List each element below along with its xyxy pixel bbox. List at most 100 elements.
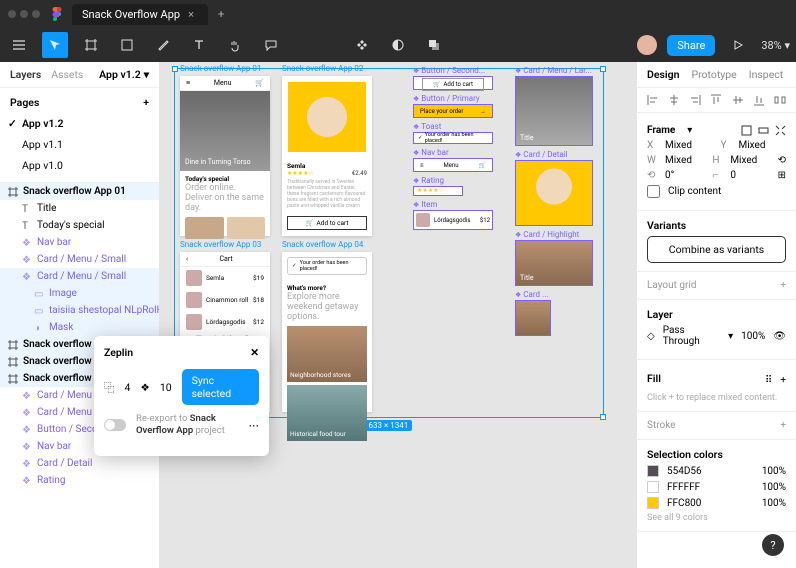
document-tab[interactable]: Snack Overflow App × <box>72 4 208 25</box>
assets-tab[interactable]: Assets <box>51 68 83 81</box>
style-icon[interactable]: ⠿ <box>765 375 772 386</box>
component-card-detail[interactable] <box>515 160 593 226</box>
component-button-primary[interactable]: Place your order→ <box>413 104 493 118</box>
selection-color-row[interactable]: 554D56100% <box>647 465 786 477</box>
independent-corners-icon[interactable]: ⊞ <box>778 170 786 181</box>
min-dot[interactable] <box>20 10 28 18</box>
component-label: Card ... <box>515 290 548 299</box>
layer-row[interactable]: ❖Card / Menu / Small <box>0 268 159 285</box>
clip-checkbox[interactable] <box>647 185 660 198</box>
boolean-tool[interactable] <box>421 32 447 58</box>
align-controls[interactable] <box>637 88 796 113</box>
h-input[interactable]: Mixed <box>730 155 769 166</box>
see-all-colors[interactable]: See all 9 colors <box>647 513 786 523</box>
resize-frame-icon[interactable] <box>741 125 752 136</box>
canvas[interactable]: 1633 × 1341 Snack overflow App 01 ≡Menu🛒… <box>160 62 636 568</box>
text-tool[interactable] <box>186 32 212 58</box>
component-card-highlight[interactable]: Title <box>515 240 593 286</box>
zoom-level[interactable]: 38% ▾ <box>761 39 790 52</box>
add-page-button[interactable]: + <box>143 96 149 109</box>
frame-section-title: Frame <box>647 125 675 136</box>
tab-title-text: Snack Overflow App <box>82 8 180 21</box>
design-tab[interactable]: Design <box>647 68 679 81</box>
add-stroke-button[interactable]: + <box>780 420 786 431</box>
distribute-icon[interactable] <box>774 94 786 106</box>
align-left-icon[interactable] <box>647 94 659 106</box>
move-tool[interactable] <box>42 32 68 58</box>
more-options-button[interactable]: ⋯ <box>249 419 260 432</box>
w-input[interactable]: Mixed <box>665 155 704 166</box>
y-input[interactable]: Mixed <box>739 140 787 151</box>
layer-row[interactable]: TTitle <box>0 200 159 217</box>
opacity-input[interactable]: 100% <box>741 331 765 342</box>
radius-input[interactable]: 0 <box>730 170 769 181</box>
component-card-small[interactable] <box>515 300 551 336</box>
artboard-01[interactable]: Snack overflow App 01 ≡Menu🛒 Dine in Tur… <box>180 76 270 236</box>
artboard-02[interactable]: Snack overflow App 02 Semla ★★★★☆€2.49 T… <box>282 76 372 236</box>
page-item[interactable]: ✓App v1.2 <box>0 113 159 134</box>
chevron-down-icon[interactable]: ▾ <box>687 125 692 136</box>
main-menu-button[interactable] <box>6 32 32 58</box>
selection-color-row[interactable]: FFC800100% <box>647 497 786 509</box>
combine-variants-button[interactable]: Combine as variants <box>647 236 786 263</box>
rotation-input[interactable]: 0° <box>665 170 704 181</box>
layer-row[interactable]: ▭taisiia shestopal NLpRolH... <box>0 302 159 319</box>
align-vcenter-icon[interactable] <box>732 94 744 106</box>
align-top-icon[interactable] <box>710 94 722 106</box>
chevron-down-icon[interactable]: ▾ <box>728 331 733 342</box>
hand-tool[interactable] <box>222 32 248 58</box>
layers-tab[interactable]: Layers <box>10 68 41 81</box>
constrain-icon[interactable]: ⟲ <box>778 155 786 166</box>
frame-tool[interactable] <box>78 32 104 58</box>
align-hcenter-icon[interactable] <box>668 94 680 106</box>
comment-tool[interactable] <box>258 32 284 58</box>
help-button[interactable]: ? <box>762 534 784 556</box>
artboard-04[interactable]: Snack overflow App 04 ✓Your order has be… <box>282 252 372 412</box>
sync-selected-button[interactable]: Sync selected <box>182 369 259 405</box>
selection-color-row[interactable]: FFFFFF100% <box>647 481 786 493</box>
add-fill-button[interactable]: + <box>780 375 786 386</box>
add-grid-button[interactable]: + <box>780 280 786 291</box>
visibility-icon[interactable]: 👁 <box>773 331 786 342</box>
layer-row[interactable]: ▭Image <box>0 285 159 302</box>
mask-tool[interactable] <box>385 32 411 58</box>
max-dot[interactable] <box>32 10 40 18</box>
close-dot[interactable] <box>8 10 16 18</box>
component-rating[interactable]: ★★★★☆ <box>413 186 463 196</box>
stroke-title: Stroke <box>647 420 675 431</box>
align-right-icon[interactable] <box>689 94 701 106</box>
layer-row[interactable]: Snack overflow App 01 <box>0 183 159 200</box>
user-avatar[interactable] <box>637 35 657 55</box>
layer-row[interactable]: TToday's special <box>0 217 159 234</box>
component-card-menu-large[interactable]: Title <box>515 76 593 146</box>
fit-icon[interactable] <box>775 125 786 136</box>
reexport-toggle[interactable] <box>104 419 126 431</box>
component-navbar[interactable]: ≡Menu🛒 <box>413 158 493 172</box>
x-input[interactable]: Mixed <box>665 140 713 151</box>
share-button[interactable]: Share <box>667 35 715 56</box>
popup-close-button[interactable]: ✕ <box>250 346 259 359</box>
new-tab-button[interactable]: + <box>218 8 224 21</box>
page-selector[interactable]: App v1.2▾ <box>99 68 149 81</box>
align-bottom-icon[interactable] <box>753 94 765 106</box>
page-item[interactable]: App v1.0 <box>0 155 159 176</box>
component-button-secondary[interactable]: 🛒Add to cart <box>413 76 493 90</box>
prototype-tab[interactable]: Prototype <box>691 68 736 81</box>
component-item[interactable]: Lördagsgodis$12 <box>413 210 493 230</box>
close-tab-icon[interactable]: × <box>188 8 194 21</box>
orientation-icon[interactable] <box>758 125 769 136</box>
blend-mode[interactable]: Pass Through <box>663 325 720 347</box>
layer-row[interactable]: ❖Card / Detail <box>0 455 159 472</box>
shape-tool[interactable] <box>114 32 140 58</box>
layer-row[interactable]: ❖Rating <box>0 472 159 489</box>
layer-row[interactable]: ◑Mask <box>0 319 159 336</box>
present-button[interactable] <box>725 32 751 58</box>
layer-row[interactable]: ❖Card / Menu / Small <box>0 251 159 268</box>
window-chrome: Snack Overflow App × + <box>0 0 796 28</box>
inspect-tab[interactable]: Inspect <box>749 68 783 81</box>
component-tool[interactable] <box>349 32 375 58</box>
page-item[interactable]: App v1.1 <box>0 134 159 155</box>
layer-row[interactable]: ❖Nav bar <box>0 234 159 251</box>
component-toast[interactable]: ✓Your order has been placed! <box>413 132 493 144</box>
pen-tool[interactable] <box>150 32 176 58</box>
